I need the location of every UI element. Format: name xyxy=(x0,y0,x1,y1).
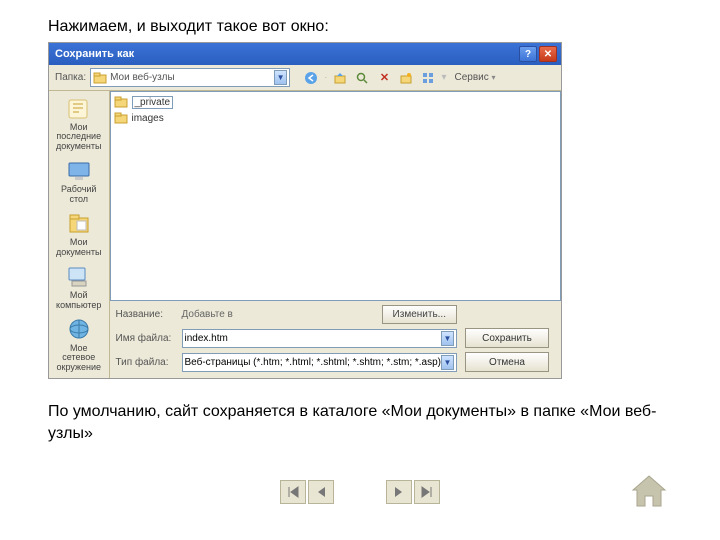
new-folder-icon[interactable] xyxy=(397,69,415,87)
page-caption: По умолчанию, сайт сохраняется в каталог… xyxy=(48,401,672,444)
views-icon[interactable] xyxy=(419,69,437,87)
place-desktop[interactable]: Рабочий стол xyxy=(51,155,107,208)
up-button[interactable] xyxy=(331,69,349,87)
change-title-button[interactable]: Изменить... xyxy=(382,305,457,324)
dialog-titlebar[interactable]: Сохранить как ? ✕ xyxy=(49,43,561,65)
cancel-button[interactable]: Отмена xyxy=(465,352,549,372)
place-recent[interactable]: Мои последние документы xyxy=(51,93,107,155)
filename-label: Имя файла: xyxy=(116,333,174,344)
file-item[interactable]: images xyxy=(113,110,223,126)
computer-icon xyxy=(63,264,95,290)
dialog-toolbar: Папка: Мои веб-узлы ▼ · ✕ ▾ Сервис ▾ xyxy=(49,65,561,91)
folder-icon xyxy=(93,72,107,84)
filetype-select[interactable]: Веб-страницы (*.htm; *.html; *.shtml; *.… xyxy=(182,353,458,372)
dialog-title: Сохранить как xyxy=(53,48,517,60)
nav-prev-button[interactable] xyxy=(308,480,334,504)
slide-nav xyxy=(0,480,720,504)
arrow-left-icon xyxy=(315,486,327,498)
place-mycomputer[interactable]: Мой компьютер xyxy=(51,261,107,314)
nav-first-button[interactable] xyxy=(280,480,306,504)
nav-last-button[interactable] xyxy=(414,480,440,504)
filename-input[interactable]: index.htm ▼ xyxy=(182,329,458,348)
folder-label: Папка: xyxy=(55,72,86,83)
place-mydocs[interactable]: Мои документы xyxy=(51,208,107,261)
documents-icon xyxy=(63,211,95,237)
folder-combo[interactable]: Мои веб-узлы ▼ xyxy=(90,68,290,87)
help-button[interactable]: ? xyxy=(519,46,537,62)
home-button[interactable] xyxy=(628,472,670,510)
tools-menu[interactable]: Сервис ▾ xyxy=(454,72,495,83)
recent-icon xyxy=(63,96,95,122)
places-bar: Мои последние документы Рабочий стол Мои… xyxy=(49,91,110,378)
chevron-down-icon: ▼ xyxy=(274,70,287,85)
back-button[interactable] xyxy=(302,69,320,87)
folder-value: Мои веб-узлы xyxy=(110,72,175,83)
home-icon xyxy=(628,472,670,510)
filetype-label: Тип файла: xyxy=(116,357,174,368)
place-network[interactable]: Мое сетевое окружение xyxy=(51,314,107,376)
pagetitle-value: Добавьте в xyxy=(182,309,233,320)
chevron-down-icon: ▾ xyxy=(492,73,496,82)
file-item[interactable]: _private xyxy=(113,94,223,110)
help-icon: ? xyxy=(525,49,531,60)
desktop-icon xyxy=(63,158,95,184)
file-list[interactable]: _private images xyxy=(110,91,562,301)
nav-next-button[interactable] xyxy=(386,480,412,504)
dialog-bottom: Название: Добавьте в Изменить... Имя фай… xyxy=(110,301,562,378)
page-heading: Нажимаем, и выходит такое вот окно: xyxy=(48,18,672,36)
skip-forward-icon xyxy=(420,486,434,498)
close-icon: ✕ xyxy=(544,49,552,60)
arrow-right-icon xyxy=(393,486,405,498)
close-button[interactable]: ✕ xyxy=(539,46,557,62)
delete-icon[interactable]: ✕ xyxy=(375,69,393,87)
pagetitle-label: Название: xyxy=(116,309,174,320)
folder-icon xyxy=(113,111,129,125)
chevron-down-icon: ▼ xyxy=(441,355,454,370)
skip-back-icon xyxy=(286,486,300,498)
chevron-down-icon: ▼ xyxy=(441,331,454,346)
save-as-dialog: Сохранить как ? ✕ Папка: Мои веб-узлы ▼ … xyxy=(48,42,562,379)
separator-icon: · xyxy=(324,72,327,83)
save-button[interactable]: Сохранить xyxy=(465,328,549,348)
search-icon[interactable] xyxy=(353,69,371,87)
folder-icon xyxy=(113,95,129,109)
network-icon xyxy=(63,317,95,343)
